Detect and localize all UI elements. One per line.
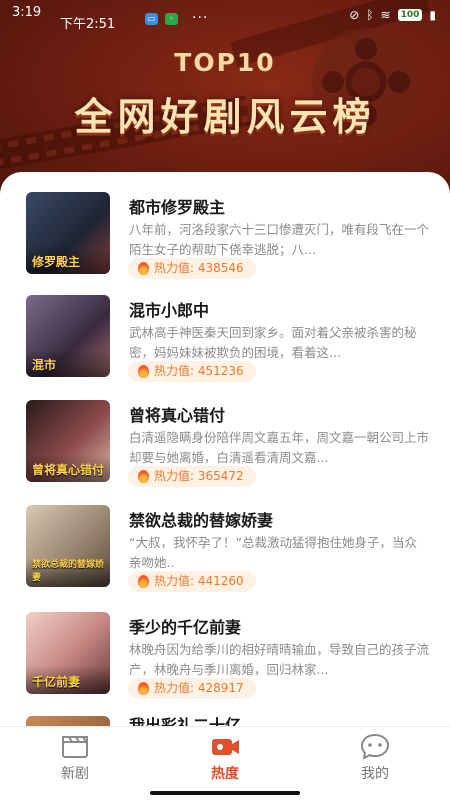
tab-label: 我的 [361, 766, 389, 782]
heat-badge: 热力值: 451236 [128, 361, 256, 382]
system-nav-bar [0, 784, 450, 800]
home-indicator[interactable] [150, 791, 300, 795]
list-item[interactable]: 混市 混市小郎中 武林高手神医秦天回到家乡。面对着父亲被杀害的秘密，妈妈妹妹被欺… [0, 295, 450, 395]
bluetooth-icon: ᛒ [366, 8, 374, 22]
list-item[interactable]: 千亿前妻 季少的千亿前妻 林晚舟因为给季川的相好晴晴输血，导致自己的孩子流产，林… [0, 612, 450, 712]
flame-icon [138, 470, 149, 483]
drama-title[interactable]: 季少的千亿前妻 [129, 614, 241, 638]
heat-badge: 热力值: 441260 [128, 571, 256, 592]
list-item[interactable]: 曾将真心错付 曾将真心错付 白清遥隐瞒身份陪伴周文嘉五年，周文嘉一朝公司上市却要… [0, 400, 450, 500]
flame-icon [138, 365, 149, 378]
battery-icon: 100 [397, 9, 423, 21]
flame-icon [138, 575, 149, 588]
wifi-icon: ≋ [380, 8, 391, 22]
drama-cover[interactable]: 千亿前妻 [26, 612, 110, 694]
clapperboard-icon [35, 733, 115, 759]
bottom-tab-bar: 新剧 热度 我的 [0, 726, 450, 784]
drama-description: 白清遥隐瞒身份陪伴周文嘉五年，周文嘉一朝公司上市却要与她离婚，白清遥看清周文嘉.… [129, 430, 429, 465]
tab-new-dramas[interactable]: 新剧 [35, 733, 115, 783]
heat-badge: 热力值: 438546 [128, 258, 256, 279]
heat-badge: 热力值: 428917 [128, 678, 256, 699]
message-icon: ▭ [145, 13, 158, 25]
heat-value: 451236 [197, 364, 244, 378]
drama-description: 武林高手神医秦天回到家乡。面对着父亲被杀害的秘密，妈妈妹妹被欺负的困境，看着这.… [129, 325, 417, 360]
drama-description: 林晚舟因为给季川的相好晴晴输血，导致自己的孩子流产，林晚舟与季川离婚，回归林家.… [129, 642, 429, 677]
mute-icon: ⊘ [349, 8, 360, 22]
status-sub-time: 下午2:51 [60, 17, 116, 32]
list-item[interactable]: 修罗殿主 都市修罗殿主 八年前，河洛段家六十三口惨遭灭门，唯有段飞在一个陌生女子… [0, 192, 450, 292]
status-bar: 3:19 下午2:51 ▭ ◦ ··· ⊘ ᛒ ≋ 100 ▮ [0, 0, 450, 32]
drama-cover[interactable]: 禁欲总裁的替嫁娇妻 [26, 505, 110, 587]
status-right: ⊘ ᛒ ≋ 100 ▮ [349, 8, 436, 22]
tab-hot[interactable]: 热度 [185, 733, 265, 783]
tab-label: 热度 [211, 766, 239, 782]
drama-title[interactable]: 禁欲总裁的替嫁娇妻 [129, 507, 273, 531]
heat-value: 365472 [197, 469, 244, 483]
drama-title[interactable]: 都市修罗殿主 [129, 194, 225, 218]
charging-icon: ▮ [429, 8, 436, 22]
drama-cover[interactable]: 曾将真心错付 [26, 400, 110, 482]
video-camera-icon [185, 733, 265, 759]
heat-value: 428917 [197, 681, 244, 695]
drama-description: “大叔，我怀孕了！”总裁激动猛得抱住她身子，当众亲吻她.. [129, 535, 417, 570]
heat-badge: 热力值: 365472 [128, 466, 256, 487]
chat-face-icon [335, 733, 415, 760]
app-notification-icon: ◦ [165, 13, 178, 25]
tab-label: 新剧 [61, 766, 89, 782]
ranking-title: 全网好剧风云榜 [74, 95, 376, 139]
more-notifications-icon: ··· [192, 10, 209, 26]
status-time: 3:19 [12, 5, 42, 20]
drama-title[interactable]: 混市小郎中 [129, 297, 209, 321]
drama-description: 八年前，河洛段家六十三口惨遭灭门，唯有段飞在一个陌生女子的帮助下侥幸逃脱；八..… [129, 222, 429, 257]
drama-cover[interactable]: 混市 [26, 295, 110, 377]
top10-title: TOP10 [174, 48, 276, 77]
heat-value: 441260 [197, 574, 244, 588]
flame-icon [138, 682, 149, 695]
app-screen: 3:19 下午2:51 ▭ ◦ ··· ⊘ ᛒ ≋ 100 ▮ TOP10 全网… [0, 0, 450, 800]
flame-icon [138, 262, 149, 275]
drama-title[interactable]: 曾将真心错付 [129, 402, 225, 426]
drama-cover[interactable]: 修罗殿主 [26, 192, 110, 274]
list-item[interactable]: 禁欲总裁的替嫁娇妻 禁欲总裁的替嫁娇妻 “大叔，我怀孕了！”总裁激动猛得抱住她身… [0, 505, 450, 605]
tab-mine[interactable]: 我的 [335, 733, 415, 783]
heat-value: 438546 [197, 261, 244, 275]
drama-list[interactable]: 修罗殿主 都市修罗殿主 八年前，河洛段家六十三口惨遭灭门，唯有段飞在一个陌生女子… [0, 172, 450, 728]
